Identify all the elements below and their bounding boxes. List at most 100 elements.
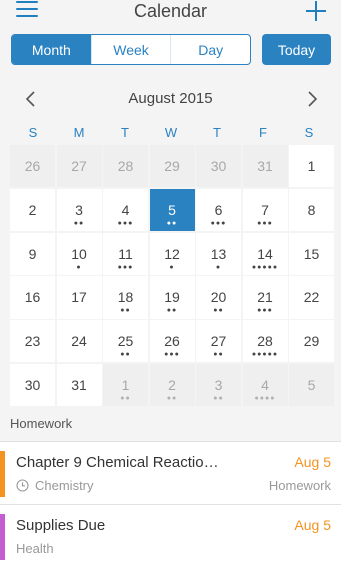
day-number: 1 <box>121 376 130 393</box>
calendar-day[interactable]: 3 ●● <box>56 188 102 232</box>
calendar-day[interactable]: 6 ●●● <box>196 188 241 232</box>
list-item[interactable]: Chapter 9 Chemical Reactio… Aug 5 Chemis… <box>0 441 341 504</box>
event-dots: ●● <box>120 307 131 315</box>
event-dots: ●● <box>166 307 178 315</box>
calendar-day[interactable]: 14 ●●●●● <box>242 232 288 275</box>
calendar-day[interactable]: 29 <box>289 320 334 363</box>
add-icon[interactable] <box>305 0 327 22</box>
calendar-day[interactable]: 23 <box>10 320 55 363</box>
calendar-day[interactable]: 19 ●● <box>149 276 195 319</box>
event-dots: ●● <box>166 394 178 402</box>
calendar-grid: 26 27 28 29 30 31 1 2 3 ●● 4 ●●● 5 ●● 6 ●●● 7 ●●● 8 9 10 ● 11 ●… <box>10 145 334 407</box>
calendar-day[interactable]: 27 ●● <box>196 320 241 363</box>
day-number: 31 <box>71 376 87 393</box>
calendar-day[interactable]: 4 ●●●● <box>242 363 288 407</box>
item-subject-label: Health <box>16 541 54 556</box>
calendar-day[interactable]: 2 ●● <box>149 363 195 407</box>
day-number: 25 <box>117 333 134 350</box>
calendar-day-selected[interactable]: 5 ●● <box>149 188 195 232</box>
calendar-day[interactable]: 27 <box>56 145 102 188</box>
calendar-day[interactable]: 26 ●●● <box>149 320 195 363</box>
day-number: 14 <box>257 245 273 262</box>
weekday-label: T <box>121 125 129 140</box>
calendar-day[interactable]: 4 ●●● <box>103 188 148 232</box>
page-title: Calendar <box>133 1 208 21</box>
calendar-day[interactable]: 31 <box>242 145 288 188</box>
event-dots: ● <box>76 263 82 271</box>
calendar-day[interactable]: 11 ●●● <box>103 232 148 275</box>
weekday-label: S <box>304 125 314 140</box>
day-number: 3 <box>214 376 223 393</box>
day-number: 29 <box>303 333 320 350</box>
calendar-day[interactable]: 30 <box>10 363 55 407</box>
calendar-day[interactable]: 24 <box>56 320 102 363</box>
event-dots: ●●● <box>164 351 180 359</box>
calendar-day[interactable]: 1 <box>289 145 334 188</box>
day-number: 1 <box>307 158 316 174</box>
item-title: Supplies Due <box>16 517 106 534</box>
calendar-day[interactable]: 10 ● <box>56 232 102 275</box>
calendar-day[interactable]: 15 <box>289 232 334 275</box>
calendar-day[interactable]: 16 <box>10 276 55 319</box>
app-header: Calendar <box>0 0 341 26</box>
calendar-day[interactable]: 2 <box>10 188 55 232</box>
tab-day[interactable]: Day <box>170 35 250 64</box>
chevron-right-icon[interactable] <box>305 91 319 107</box>
day-number: 15 <box>303 245 320 262</box>
calendar-day[interactable]: 18 ●● <box>103 276 148 319</box>
calendar-day[interactable]: 20 ●● <box>196 276 241 319</box>
calendar-day[interactable]: 28 ●●●●● <box>242 320 288 363</box>
calendar-day[interactable]: 25 ●● <box>103 320 148 363</box>
calendar-day[interactable]: 1 ●● <box>103 363 148 407</box>
event-dots: ●●● <box>257 219 273 227</box>
day-number: 7 <box>261 201 269 218</box>
day-number: 3 <box>75 201 83 218</box>
weekday-label: T <box>213 125 221 140</box>
day-number: 24 <box>71 333 87 350</box>
day-number: 29 <box>164 158 180 174</box>
day-number: 31 <box>257 158 273 174</box>
item-title: Chapter 9 Chemical Reactio… <box>16 454 219 471</box>
month-label: August 2015 <box>128 90 213 107</box>
today-button[interactable]: Today <box>262 34 331 65</box>
calendar-day[interactable]: 22 <box>289 276 334 319</box>
calendar-day[interactable]: 5 <box>289 363 334 407</box>
day-number: 22 <box>303 289 320 306</box>
calendar-day[interactable]: 12 ● <box>149 232 195 275</box>
calendar-day[interactable]: 31 <box>56 363 102 407</box>
calendar-day[interactable]: 21 ●●● <box>242 276 288 319</box>
event-dots: ●● <box>120 394 131 402</box>
item-subject: Chemistry <box>16 478 94 493</box>
day-number: 8 <box>307 201 316 218</box>
event-dots: ●●● <box>117 219 134 227</box>
day-number: 4 <box>121 201 130 218</box>
view-segmented-control: Month Week Day <box>11 34 251 65</box>
event-dots: ● <box>169 263 175 271</box>
list-item[interactable]: Supplies Due Aug 5 Health <box>0 504 341 567</box>
clock-icon <box>16 479 29 492</box>
calendar-day[interactable]: 7 ●●● <box>242 188 288 232</box>
day-number: 19 <box>164 289 180 306</box>
calendar-day[interactable]: 17 <box>56 276 102 319</box>
event-dots: ●●● <box>210 219 227 227</box>
calendar-day[interactable]: 13 ● <box>196 232 241 275</box>
item-date: Aug 5 <box>294 517 331 533</box>
calendar-day[interactable]: 3 ●● <box>196 363 241 407</box>
day-number: 2 <box>168 376 176 393</box>
day-number: 6 <box>214 201 223 218</box>
day-number: 27 <box>210 333 227 350</box>
calendar-day[interactable]: 30 <box>196 145 241 188</box>
calendar-day[interactable]: 8 <box>289 188 334 232</box>
calendar-day[interactable]: 29 <box>149 145 195 188</box>
tab-week[interactable]: Week <box>90 35 171 64</box>
day-number: 10 <box>71 245 87 262</box>
day-number: 18 <box>117 289 134 306</box>
calendar-day[interactable]: 26 <box>10 145 55 188</box>
calendar-day[interactable]: 9 <box>10 232 55 275</box>
calendar-day[interactable]: 28 <box>103 145 148 188</box>
day-number: 30 <box>210 158 227 174</box>
item-date: Aug 5 <box>294 454 331 470</box>
tab-month[interactable]: Month <box>12 35 91 64</box>
event-dots: ● <box>215 263 222 271</box>
day-number: 21 <box>257 289 273 306</box>
